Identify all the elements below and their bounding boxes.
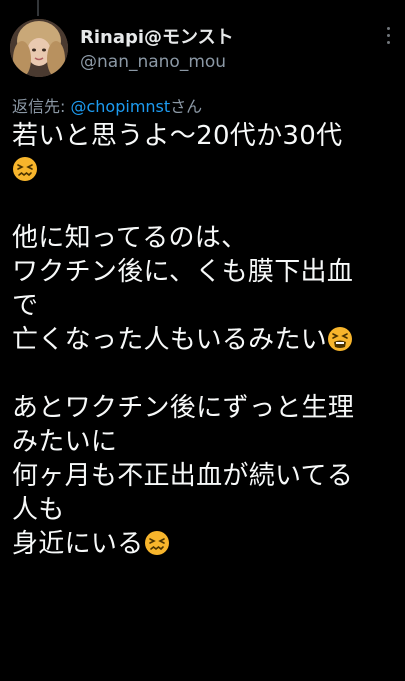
tweet-line: で <box>12 291 39 321</box>
tweet-line: ワクチン後に、くも膜下出血 <box>12 257 354 287</box>
reply-prefix: 返信先: <box>12 97 71 116</box>
tweet-line-text: 身近にいる <box>12 529 144 559</box>
tweet-line: 若いと思うよ〜20代か30代 <box>12 121 343 151</box>
tweet-line: 何ヶ月も不正出血が続いてる <box>12 461 354 491</box>
thread-connector-line <box>37 0 39 16</box>
author-name[interactable]: Rinapi@モンスト <box>80 23 234 49</box>
tweet-line: 他に知ってるのは、 <box>12 223 248 253</box>
avatar[interactable] <box>10 19 68 77</box>
tweet-line: 亡くなった人もいるみたい <box>12 323 402 357</box>
tweet-line: あとワクチン後にずっと生理 <box>12 393 355 423</box>
reply-mention-link[interactable]: @chopimnst <box>70 97 170 116</box>
tweet-header: Rinapi@モンスト @nan_nano_mou <box>10 19 395 81</box>
tweet-line: みたいに <box>12 427 118 457</box>
reply-to-line: 返信先: @chopimnstさん <box>12 93 202 117</box>
tweet-line: 人も <box>12 495 65 525</box>
confounded-face-icon <box>12 156 38 182</box>
more-options-icon[interactable] <box>383 27 393 53</box>
tweet-text: 若いと思うよ〜20代か30代 他に知ってるのは、 ワクチン後に、くも膜下出血 で… <box>12 119 402 561</box>
confounded-face-icon <box>144 530 170 556</box>
tweet-line: 身近にいる <box>12 527 402 561</box>
reply-suffix: さん <box>170 97 203 116</box>
tweet-line <box>12 153 402 187</box>
tired-face-icon <box>327 326 353 352</box>
author-handle[interactable]: @nan_nano_mou <box>80 52 226 72</box>
tweet-line-text: 亡くなった人もいるみたい <box>12 325 328 355</box>
